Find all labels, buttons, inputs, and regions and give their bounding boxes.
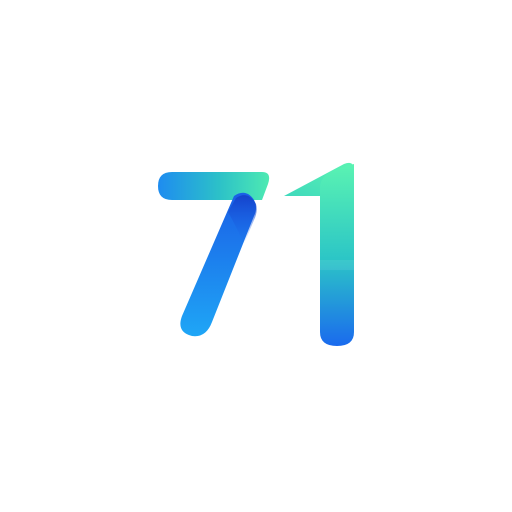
number-71-logo-icon [158,162,354,346]
one-stem [320,164,354,346]
one-highlight-band [320,260,354,270]
canvas: 71 [0,0,512,512]
seven-top-bar [158,172,270,200]
